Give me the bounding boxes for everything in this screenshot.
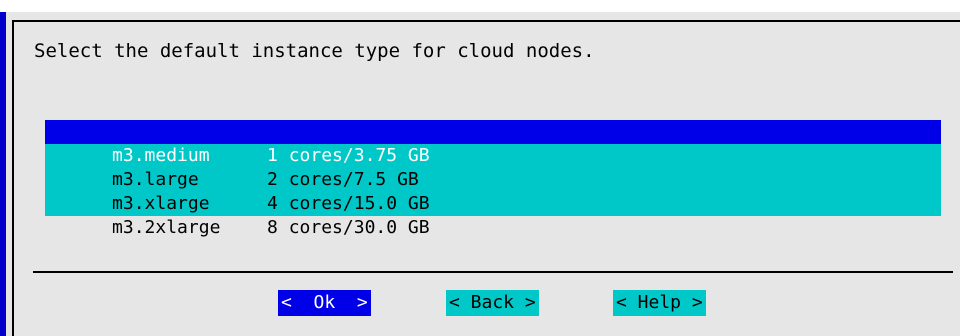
instance-type-dialog: Select the default instance type for clo… <box>6 12 960 336</box>
back-button[interactable]: < Back > <box>446 290 539 316</box>
instance-name: m3.xlarge <box>112 193 210 214</box>
instance-spec: 8 cores/30.0 GB <box>267 217 430 238</box>
instance-spec: 1 cores/3.75 GB <box>267 145 430 166</box>
instance-type-list[interactable]: m3.medium 1 cores/3.75 GB m3.large 2 cores… <box>45 120 941 238</box>
instance-spec: 4 cores/15.0 GB <box>267 193 430 214</box>
instance-name: m3.large <box>112 169 199 190</box>
help-button[interactable]: < Help > <box>613 290 706 316</box>
dialog-prompt: Select the default instance type for clo… <box>34 40 595 62</box>
button-separator <box>33 271 953 273</box>
screen-top-background <box>0 0 960 12</box>
instance-name: m3.medium <box>112 145 210 166</box>
instance-spec: 2 cores/7.5 GB <box>267 169 419 190</box>
instance-name: m3.2xlarge <box>112 217 221 238</box>
ok-button[interactable]: < Ok > <box>278 290 371 316</box>
list-item[interactable]: m3.medium 1 cores/3.75 GB <box>45 120 941 166</box>
